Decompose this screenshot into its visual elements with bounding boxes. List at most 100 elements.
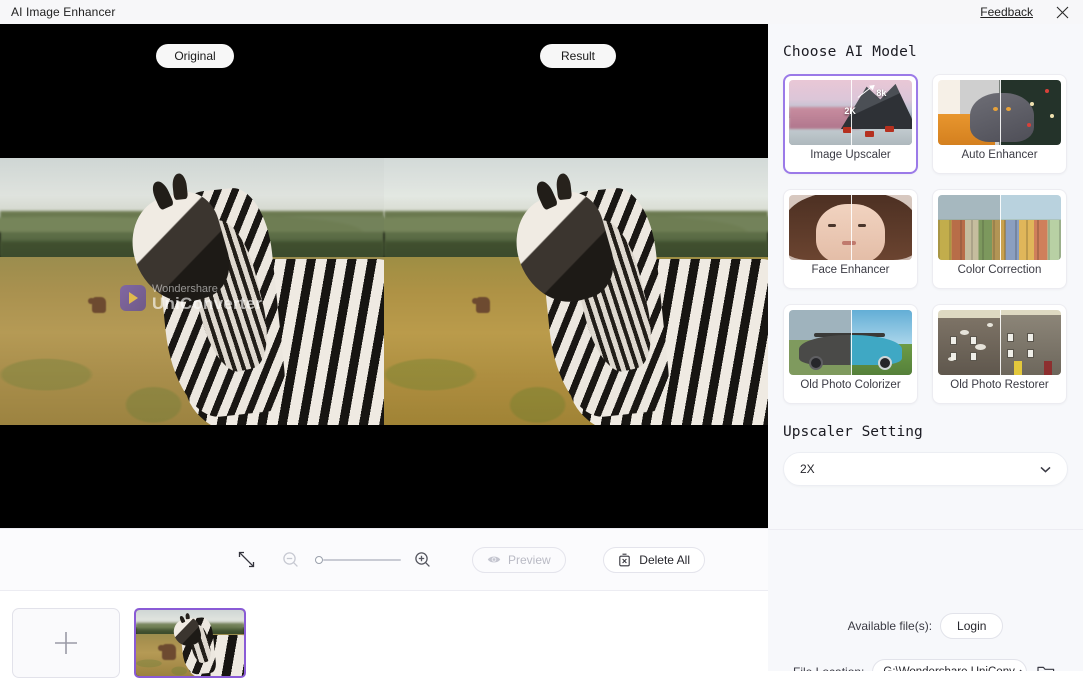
- compare-divider: [999, 80, 1001, 145]
- image-preview-canvas[interactable]: Original Result Wondershare UniConverter: [0, 24, 768, 528]
- choose-ai-model-heading: Choose AI Model: [783, 44, 917, 60]
- house-shape: [884, 126, 894, 132]
- model-card-image-upscaler[interactable]: 2K 8k Image Upscaler: [783, 74, 918, 174]
- zoom-slider-track: [323, 559, 401, 561]
- login-button[interactable]: Login: [940, 613, 1004, 639]
- antelope-shape: [88, 296, 107, 313]
- ornament-shape: [1029, 102, 1034, 107]
- preview-button[interactable]: Preview: [472, 546, 566, 573]
- door-shape: [1043, 361, 1052, 375]
- window-title: AI Image Enhancer: [11, 5, 116, 19]
- fit-to-screen-button[interactable]: [233, 547, 259, 573]
- canvas-toolbar: Preview Delete All: [0, 528, 768, 591]
- compare-divider: [850, 195, 852, 260]
- compare-chip-row: Original Result: [0, 44, 768, 68]
- window-shape: [1006, 333, 1014, 343]
- compare-divider: [850, 310, 852, 375]
- zoom-slider[interactable]: [315, 553, 401, 567]
- plus-icon: [55, 632, 77, 654]
- file-location-row: File Location: G:\Wondershare UniConv: [793, 659, 1057, 671]
- model-label: Color Correction: [957, 264, 1042, 276]
- face-mouth: [841, 240, 856, 245]
- compare-divider: [999, 310, 1001, 375]
- original-image: [0, 158, 384, 425]
- model-card-color-correction[interactable]: Color Correction: [932, 189, 1067, 289]
- upscale-factor-select[interactable]: 2X: [783, 452, 1068, 486]
- zoom-slider-thumb[interactable]: [315, 555, 323, 564]
- model-thumbnail-image-upscaler: 2K 8k: [789, 80, 912, 145]
- available-files-row: Available file(s): Login: [768, 613, 1083, 639]
- chevron-down-icon: [1040, 462, 1051, 476]
- cat-eye: [992, 106, 998, 111]
- cat-shape: [969, 93, 1034, 143]
- house-shape: [865, 131, 875, 138]
- preview-label: Preview: [508, 552, 551, 567]
- zebra-subject: [505, 184, 768, 425]
- desaturated-overlay: [938, 195, 1000, 260]
- browse-folder-button[interactable]: [1035, 661, 1057, 671]
- delete-all-label: Delete All: [639, 552, 690, 567]
- close-window-button[interactable]: [1041, 0, 1083, 24]
- sidebar-divider: [768, 529, 1083, 530]
- antelope-shape: [472, 296, 491, 313]
- ai-model-grid: 2K 8k Image Upscaler Auto Enhancer: [783, 74, 1068, 404]
- file-location-value: G:\Wondershare UniConv: [883, 666, 1014, 671]
- zebra-subject: [170, 616, 244, 676]
- scratch-mark: [974, 343, 986, 350]
- eye-icon: [487, 556, 501, 563]
- workspace: Original Result Wondershare UniConverter…: [0, 24, 768, 695]
- door-shape: [1014, 361, 1023, 375]
- result-image: [384, 158, 768, 425]
- fit-to-screen-icon: [238, 551, 254, 568]
- folder-icon: [1037, 666, 1055, 671]
- result-scene: [384, 158, 768, 425]
- model-card-face-enhancer[interactable]: Face Enhancer: [783, 189, 918, 289]
- ornament-shape: [1049, 113, 1054, 118]
- model-card-auto-enhancer[interactable]: Auto Enhancer: [932, 74, 1067, 174]
- upscaler-setting-heading: Upscaler Setting: [783, 424, 923, 440]
- window-shape: [969, 336, 977, 345]
- trash-icon: [619, 553, 631, 566]
- feedback-link[interactable]: Feedback: [972, 5, 1041, 19]
- model-thumbnail-color-correction: [938, 195, 1061, 260]
- file-location-select[interactable]: G:\Wondershare UniConv: [872, 659, 1028, 671]
- face-eye: [857, 223, 866, 227]
- result-chip[interactable]: Result: [540, 44, 616, 68]
- car-wheel: [808, 355, 823, 370]
- close-icon: [1056, 6, 1068, 18]
- filmstrip-thumbnail[interactable]: [134, 608, 246, 678]
- zebra-subject: [121, 184, 384, 425]
- building-right: [999, 315, 1061, 375]
- zoom-out-icon: [282, 552, 298, 567]
- filmstrip: [0, 591, 768, 695]
- model-label: Old Photo Colorizer: [800, 379, 901, 391]
- zoom-in-button[interactable]: [409, 547, 435, 573]
- model-label: Auto Enhancer: [961, 149, 1038, 161]
- model-thumbnail-old-photo-colorizer: [789, 310, 912, 375]
- ornament-shape: [1044, 89, 1049, 94]
- delete-all-button[interactable]: Delete All: [603, 546, 705, 573]
- scratch-mark: [947, 356, 955, 361]
- face-eye: [828, 223, 837, 227]
- comparison-photo-strip: Wondershare UniConverter: [0, 158, 768, 425]
- model-card-old-photo-restorer[interactable]: Old Photo Restorer: [932, 304, 1067, 404]
- window-shape: [1026, 333, 1034, 343]
- compare-divider: [999, 195, 1001, 260]
- window-shape: [1006, 349, 1014, 358]
- upscale-factor-value: 2X: [800, 462, 815, 476]
- window-shape: [1026, 349, 1034, 358]
- window-shape: [950, 336, 958, 345]
- title-bar-actions: Feedback: [972, 0, 1083, 24]
- file-location-label: File Location:: [793, 665, 864, 671]
- cat-eye: [1005, 106, 1011, 111]
- zoom-in-icon: [414, 552, 430, 567]
- original-chip[interactable]: Original: [156, 44, 234, 68]
- right-sidebar: Choose AI Model 2K 8k Image Upscaler: [768, 24, 1083, 671]
- model-label: Face Enhancer: [811, 264, 890, 276]
- model-thumbnail-face-enhancer: [789, 195, 912, 260]
- scratch-mark: [960, 329, 970, 335]
- model-card-old-photo-colorizer[interactable]: Old Photo Colorizer: [783, 304, 918, 404]
- thumbnail-scene: [136, 610, 244, 676]
- add-image-button[interactable]: [12, 608, 120, 678]
- zoom-out-button[interactable]: [277, 547, 303, 573]
